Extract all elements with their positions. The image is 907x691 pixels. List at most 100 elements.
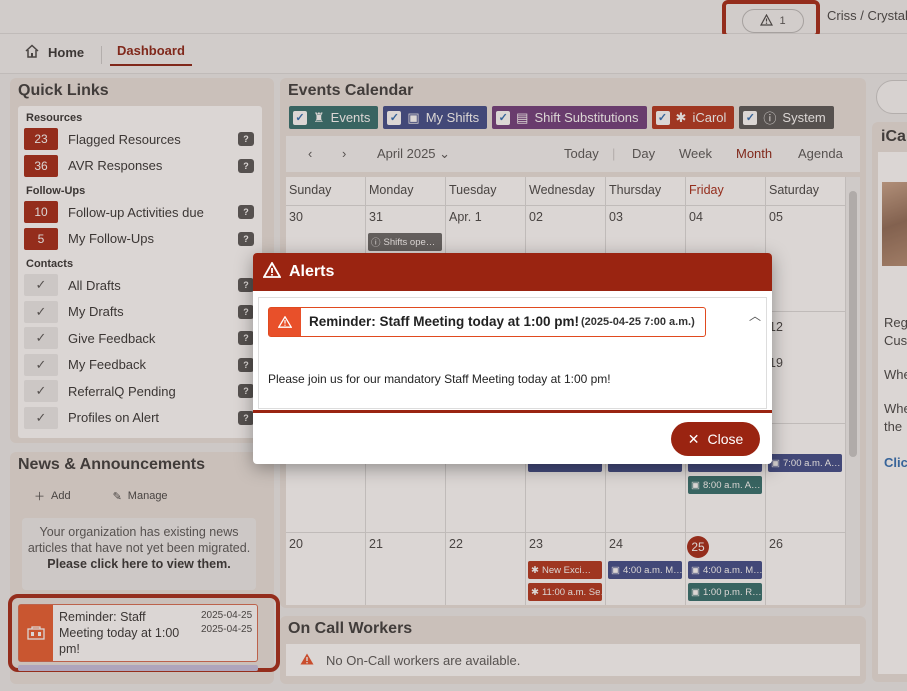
view-week-button[interactable]: Week (679, 146, 712, 161)
count-badge: 10 (24, 201, 58, 224)
migration-link[interactable]: Please click here to view them. (47, 557, 230, 571)
help-icon[interactable]: ? (238, 331, 254, 346)
filter-events[interactable]: ✓ ♜ Events (289, 106, 379, 129)
close-button[interactable]: ✕ Close (671, 422, 760, 456)
calendar-day[interactable]: 26 (766, 533, 846, 605)
tab-dashboard[interactable]: Dashboard (110, 43, 192, 66)
icarol-text: When (884, 367, 907, 382)
calendar-event[interactable]: ▣ 1:00 p.m. R… (688, 583, 762, 601)
calendar-event[interactable]: ▣ 4:00 a.m. M… (688, 561, 762, 579)
toolbar-divider: | (612, 146, 616, 161)
news-item[interactable]: Reminder: Staff Meeting today at 1:00 pm… (18, 604, 258, 662)
top-bar: 1 Criss / Crystal (0, 0, 907, 38)
day-number: 02 (529, 210, 543, 224)
quick-links-list: Resources 23 Flagged Resources ? 36 AVR … (18, 106, 262, 438)
count-badge: 23 (24, 128, 58, 151)
add-news-button[interactable]: ＋ Add (34, 488, 71, 504)
calendar-event[interactable]: ▣ 8:00 a.m. A… (688, 476, 762, 494)
scrollbar-thumb[interactable] (849, 191, 857, 457)
calendar-event[interactable]: ⓘ Shifts ope… (368, 233, 442, 251)
alert-item: Reminder: Staff Meeting today at 1:00 pm… (258, 297, 767, 409)
icarol-text: Regards, (884, 315, 907, 330)
filter-shift-substitutions[interactable]: ✓ ▤ Shift Substitutions (492, 106, 647, 129)
checkbox-icon: ✓ (387, 110, 402, 125)
help-icon[interactable]: ? (238, 410, 254, 425)
quick-link-my-feedback[interactable]: ✓ My Feedback ? (18, 352, 262, 379)
chevron-up-icon[interactable]: ︿ (749, 307, 761, 324)
help-icon[interactable]: ? (238, 304, 254, 319)
quick-link-all-drafts[interactable]: ✓ All Drafts ? (18, 272, 262, 299)
news-item-date-start: 2025-04-25 (201, 610, 253, 621)
day-number: 05 (769, 210, 783, 224)
calendar-day[interactable]: 22 (446, 533, 526, 605)
help-icon[interactable]: ? (238, 158, 254, 173)
news-item-highlight: Reminder: Staff Meeting today at 1:00 pm… (8, 594, 280, 672)
pencil-icon: ✎ (112, 490, 122, 503)
event-label: 1:00 p.m. R… (702, 586, 762, 598)
quick-link-referralq-pending[interactable]: ✓ ReferralQ Pending ? (18, 378, 262, 405)
quick-link-flagged-resources[interactable]: 23 Flagged Resources ? (18, 126, 262, 153)
icarol-link[interactable]: Click (884, 454, 907, 472)
on-call-title: On Call Workers (288, 620, 413, 637)
event-label: New Exci… (541, 564, 592, 576)
view-day-button[interactable]: Day (632, 146, 655, 161)
quick-link-my-followups[interactable]: 5 My Follow-Ups ? (18, 226, 262, 253)
view-month-button[interactable]: Month (736, 146, 772, 161)
calendar-event[interactable]: ▣ 4:00 a.m. M… (608, 561, 682, 579)
quick-link-profiles-on-alert[interactable]: ✓ Profiles on Alert ? (18, 405, 262, 432)
help-icon[interactable]: ? (238, 132, 254, 147)
calendar-day[interactable]: 05 (766, 206, 846, 311)
alert-header[interactable]: Reminder: Staff Meeting today at 1:00 pm… (268, 307, 706, 337)
filter-my-shifts[interactable]: ✓ ▣ My Shifts (383, 106, 488, 129)
filter-system[interactable]: ✓ ⓘ System (739, 106, 834, 129)
news-item-next[interactable] (18, 665, 258, 671)
alert-body: Please join us for our mandatory Staff M… (268, 372, 611, 386)
followups-heading: Follow-Ups (26, 185, 86, 197)
calendar-clock-icon: ▣ (691, 586, 700, 598)
calendar-scrollbar[interactable] (846, 177, 860, 605)
search-input[interactable] (876, 80, 907, 114)
weekday-header: Wednesday (526, 177, 606, 206)
manage-news-button[interactable]: ✎ Manage (113, 488, 168, 504)
help-icon[interactable]: ? (238, 384, 254, 399)
quick-link-avr-responses[interactable]: 36 AVR Responses ? (18, 153, 262, 180)
view-agenda-button[interactable]: Agenda (798, 146, 843, 161)
chevron-right-icon[interactable]: › (342, 146, 346, 161)
calendar-event[interactable]: ▣ 7:00 a.m. A… (768, 454, 842, 472)
calendar-event[interactable]: ✱ New Exci… (528, 561, 602, 579)
day-number: 21 (369, 537, 383, 551)
resources-heading: Resources (26, 112, 83, 124)
event-label: 4:00 a.m. M… (622, 564, 682, 576)
help-icon[interactable]: ? (238, 231, 254, 246)
info-icon: ⓘ (371, 238, 381, 249)
user-menu[interactable]: Criss / Crystal (827, 8, 907, 23)
help-icon[interactable]: ? (238, 278, 254, 293)
quick-link-give-feedback[interactable]: ✓ Give Feedback ? (18, 325, 262, 352)
tab-home[interactable]: Home (24, 44, 84, 61)
chevron-left-icon[interactable]: ‹ (308, 146, 312, 161)
calendar-event[interactable]: ✱11:00 a.m. Se… (528, 583, 602, 601)
quick-link-label: Flagged Resources (68, 131, 181, 147)
news-title: News & Announcements (18, 456, 205, 473)
migration-notice[interactable]: Your organization has existing news arti… (22, 518, 256, 590)
checkmark-icon: ✓ (24, 274, 58, 297)
filter-label: Events (330, 110, 371, 125)
alerts-button[interactable]: 1 (742, 9, 804, 33)
weekday-header: Monday (366, 177, 446, 206)
calendar-day[interactable]: 25 ▣ 4:00 a.m. M… ▣ 1:00 p.m. R… (686, 533, 766, 605)
help-icon[interactable]: ? (238, 205, 254, 220)
today-button[interactable]: Today (564, 146, 599, 161)
calendar-day[interactable]: 24 ▣ 4:00 a.m. M… (606, 533, 686, 605)
help-icon[interactable]: ? (238, 357, 254, 372)
month-picker[interactable]: April 2025 ⌄ (377, 146, 450, 162)
calendar-day[interactable]: 23 ✱New Exci… ✱11:00 a.m. Se… (526, 533, 606, 605)
calendar-day[interactable]: 21 (366, 533, 446, 605)
checkmark-icon: ✓ (24, 406, 58, 429)
quick-link-label: Give Feedback (68, 330, 156, 346)
quick-link-my-drafts[interactable]: ✓ My Drafts ? (18, 299, 262, 326)
calendar-day[interactable]: 20 (286, 533, 366, 605)
filter-icarol[interactable]: ✓ ✱ iCarol (651, 106, 735, 129)
calendar-day[interactable]: 19 ▣ 7:00 a.m. A… (766, 356, 846, 532)
chevron-down-icon: ⌄ (439, 146, 451, 161)
quick-link-followup-activities[interactable]: 10 Follow-up Activities due ? (18, 199, 262, 226)
